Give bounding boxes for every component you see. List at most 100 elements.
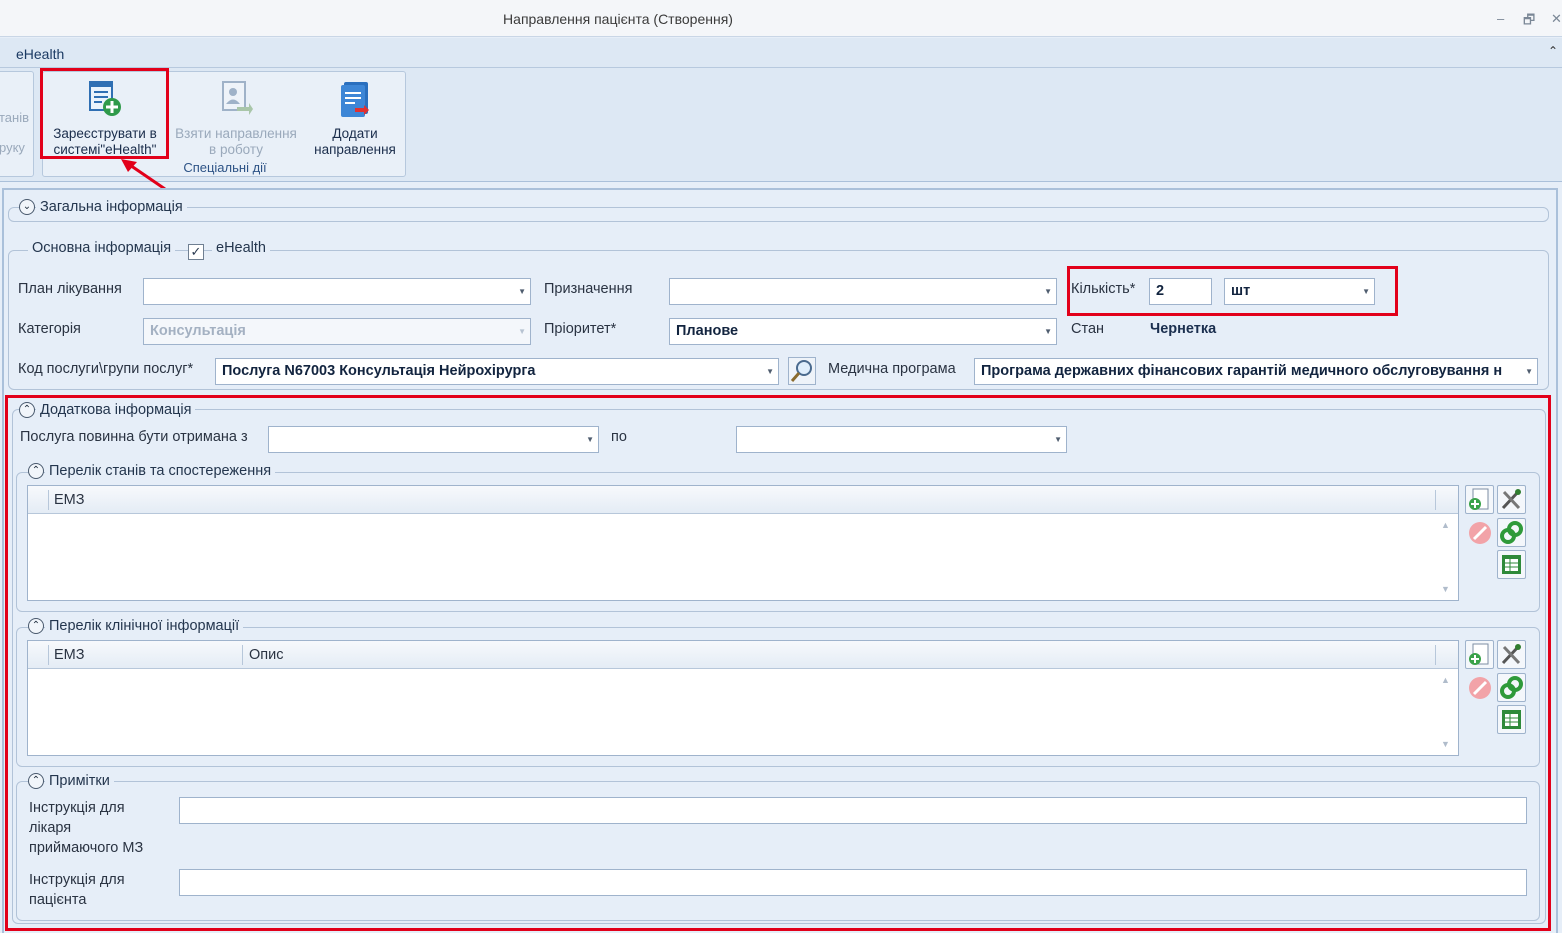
service-select[interactable]: Послуга N67003 Консультація Нейрохірурга… (215, 358, 779, 385)
minimize-icon[interactable]: – (1497, 11, 1504, 26)
program-label: Медична програма (828, 361, 956, 377)
main-info-legend: Основна інформація (28, 240, 176, 256)
chevron-down-icon: ▼ (518, 287, 526, 296)
extra-info-legend: Додаткова інформація (36, 402, 196, 418)
restore-icon[interactable]: 🗗 (1523, 11, 1535, 33)
chevron-down-icon: ▼ (1054, 435, 1062, 444)
service-label: Код послуги\групи послуг* (18, 361, 194, 377)
patient-instruction-label-2: пацієнта (29, 892, 87, 908)
conditions-grid-header: ЕМЗ (28, 486, 1458, 514)
doctor-instruction-input[interactable] (179, 797, 1527, 824)
take-label-1: Взяти направлення (175, 126, 297, 141)
period-from-select[interactable]: ▼ (268, 426, 599, 453)
period-from-label: Послуга повинна бути отримана з (20, 429, 248, 445)
add-label-1: Додати (332, 126, 378, 141)
highlight-register (40, 68, 169, 159)
delete-icon (1469, 677, 1491, 699)
ribbon-prev-label-1: танів (0, 110, 30, 125)
period-to-select[interactable]: ▼ (736, 426, 1067, 453)
link-row-button[interactable] (1497, 673, 1526, 702)
add-label-2: направлення (314, 142, 396, 157)
collapse-conditions-icon[interactable]: ⌃ (28, 463, 44, 479)
document-arrow-icon (338, 80, 372, 118)
take-label-2: в роботу (209, 142, 263, 157)
chevron-down-icon: ▼ (586, 435, 594, 444)
chevron-down-icon: ▼ (766, 367, 774, 376)
category-select[interactable]: Консультація ▼ (143, 318, 531, 345)
category-label: Категорія (18, 321, 81, 337)
clinical-grid[interactable]: ЕМЗ Опис ▲ ▼ (27, 640, 1459, 756)
export-excel-button[interactable] (1497, 705, 1526, 734)
clinical-legend: Перелік клінічної інформації (45, 618, 244, 634)
scroll-up-icon[interactable]: ▲ (1441, 675, 1450, 685)
collapse-clinical-icon[interactable]: ⌃ (28, 618, 44, 634)
priority-select[interactable]: Планове ▼ (669, 318, 1057, 345)
edit-row-button[interactable] (1497, 485, 1526, 514)
window-title: Направлення пацієнта (Створення) (503, 11, 733, 27)
ehealth-checkbox-label: eHealth (212, 240, 270, 256)
add-row-button[interactable] (1465, 485, 1494, 514)
spreadsheet-icon (1502, 710, 1521, 729)
title-bar: Направлення пацієнта (Створення) – 🗗 ✕ (0, 0, 1562, 37)
state-label: Стан (1071, 321, 1105, 337)
spreadsheet-icon (1502, 555, 1521, 574)
notes-legend: Примітки (45, 773, 114, 789)
doctor-instruction-label-1: Інструкція для (29, 800, 125, 816)
add-referral-button[interactable]: Додати направлення (305, 74, 405, 158)
period-to-label: по (611, 429, 627, 445)
assign-label: Призначення (544, 281, 633, 297)
take-referral-button[interactable]: Взяти направлення в роботу (169, 74, 303, 158)
patient-instruction-label-1: Інструкція для (29, 872, 125, 888)
chevron-up-icon[interactable]: ⌃ (1548, 44, 1558, 58)
doctor-instruction-label-3: приймаючого МЗ (29, 840, 144, 856)
export-excel-button[interactable] (1497, 550, 1526, 579)
chevron-down-icon: ▼ (1521, 359, 1533, 384)
delete-row-button[interactable] (1465, 518, 1494, 547)
add-row-button[interactable] (1465, 640, 1494, 669)
scroll-down-icon[interactable]: ▼ (1441, 739, 1450, 749)
ribbon: танів руку Зареєструвати в системі"eHeal… (0, 68, 1562, 182)
conditions-grid[interactable]: ЕМЗ ▲ ▼ (27, 485, 1459, 601)
highlight-quantity (1067, 266, 1398, 316)
assign-select[interactable]: ▼ (669, 278, 1057, 305)
tools-icon (1501, 489, 1521, 510)
general-info-group (8, 207, 1549, 222)
general-info-legend: Загальна інформація (36, 199, 187, 215)
edit-row-button[interactable] (1497, 640, 1526, 669)
column-emz[interactable]: ЕМЗ (54, 492, 85, 508)
program-select[interactable]: Програма державних фінансових гарантій м… (974, 358, 1538, 385)
tab-ehealth[interactable]: eHealth (16, 46, 64, 62)
scroll-up-icon[interactable]: ▲ (1441, 520, 1450, 530)
service-search-button[interactable] (788, 357, 816, 385)
ribbon-prev-label-2: руку (0, 140, 25, 155)
document-user-icon (219, 80, 253, 118)
ribbon-tab-strip: eHealth ⌃ (0, 38, 1562, 68)
ribbon-group-previous: танів руку (0, 71, 34, 177)
column-emz[interactable]: ЕМЗ (54, 647, 85, 663)
close-icon[interactable]: ✕ (1551, 11, 1562, 27)
ribbon-group-caption: Спеціальні дії (183, 160, 267, 175)
plan-select[interactable]: ▼ (143, 278, 531, 305)
chevron-down-icon: ▼ (1044, 327, 1052, 336)
collapse-general-icon[interactable]: ⌄ (19, 199, 35, 215)
chevron-down-icon: ▼ (1044, 287, 1052, 296)
link-row-button[interactable] (1497, 518, 1526, 547)
link-icon (1500, 676, 1523, 699)
add-document-icon (1469, 643, 1489, 665)
patient-instruction-input[interactable] (179, 869, 1527, 896)
ehealth-checkbox[interactable]: ✓ (188, 244, 204, 260)
collapse-extra-icon[interactable]: ⌃ (19, 402, 35, 418)
magnifier-icon (790, 360, 812, 382)
plan-label: План лікування (18, 281, 122, 297)
delete-icon (1469, 522, 1491, 544)
link-icon (1500, 521, 1523, 544)
state-value: Чернетка (1150, 321, 1217, 337)
chevron-down-icon: ▼ (518, 327, 526, 336)
add-document-icon (1469, 488, 1489, 510)
collapse-notes-icon[interactable]: ⌃ (28, 773, 44, 789)
scroll-down-icon[interactable]: ▼ (1441, 584, 1450, 594)
column-description[interactable]: Опис (249, 647, 283, 663)
doctor-instruction-label-2: лікаря (29, 820, 72, 836)
tools-icon (1501, 644, 1521, 665)
delete-row-button[interactable] (1465, 673, 1494, 702)
